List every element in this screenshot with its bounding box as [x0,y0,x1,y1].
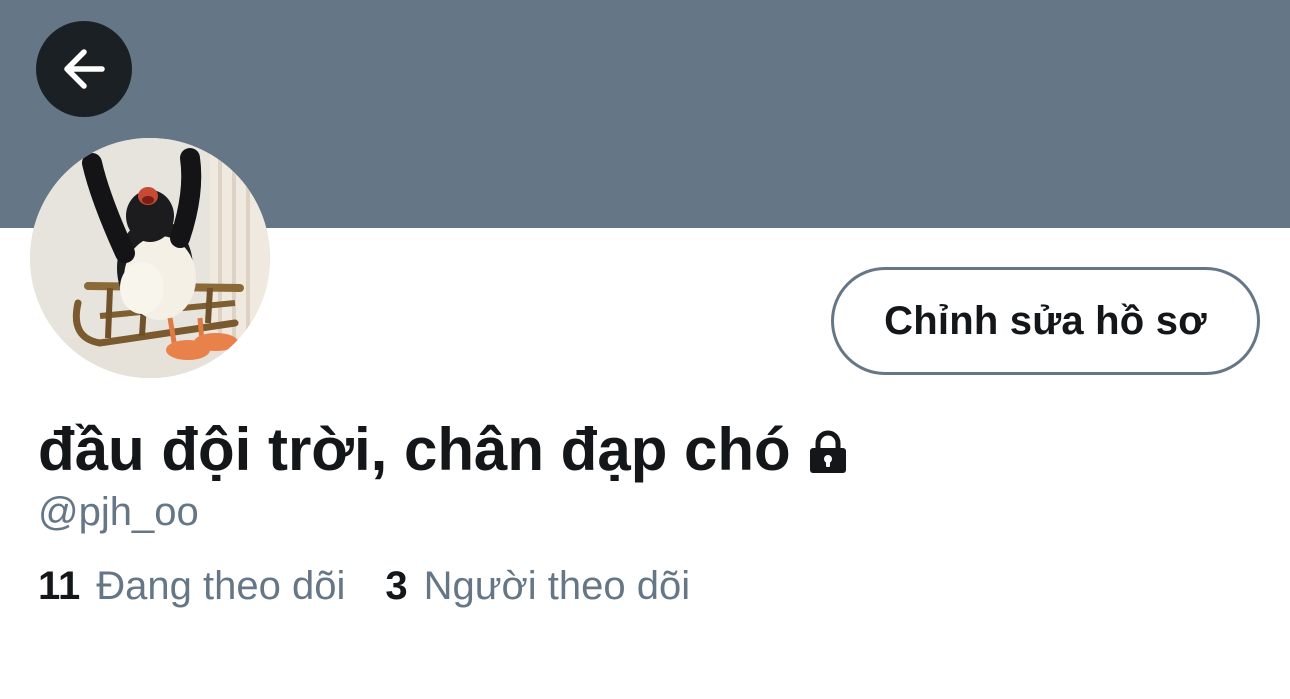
arrow-left-icon [58,43,110,95]
avatar-image [30,138,270,378]
following-count: 11 [38,564,81,608]
following-label: Đang theo dõi [96,564,346,608]
lock-icon [805,429,851,475]
follow-stats: 11 Đang theo dõi 3 Người theo dõi [38,562,690,610]
followers-label: Người theo dõi [423,564,691,608]
display-name: đầu đội trời, chân đạp chó [38,416,791,483]
edit-profile-button[interactable]: Chỉnh sửa hồ sơ [831,267,1260,375]
followers-count: 3 [385,564,408,608]
avatar[interactable] [30,138,270,378]
display-name-row: đầu đội trời, chân đạp chó [38,412,851,488]
profile-handle: @pjh_oo [38,490,199,534]
following-stat-link[interactable]: 11 Đang theo dõi [38,562,345,610]
back-button[interactable] [36,21,132,117]
followers-stat-link[interactable]: 3 Người theo dõi [385,562,690,610]
